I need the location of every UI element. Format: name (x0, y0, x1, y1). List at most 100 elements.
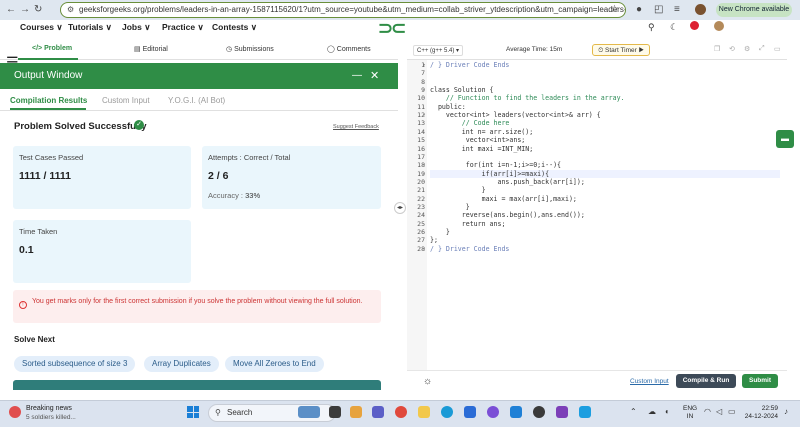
code-line[interactable]: / } Driver Code Ends (430, 245, 509, 253)
tab-compilation-results[interactable]: Compilation Results (10, 96, 87, 105)
mail-icon[interactable] (510, 406, 522, 418)
nav-jobs[interactable]: Jobs ∨ (122, 22, 150, 33)
theme-toggle-icon[interactable]: ☾ (670, 22, 678, 33)
time-taken-card: Time Taken 0.1 (13, 220, 191, 283)
suggest-feedback-link[interactable]: Suggest Feedback (333, 124, 379, 130)
profile-avatar[interactable] (695, 4, 706, 15)
language-select[interactable]: C++ (g++ 5.4) ▾ (413, 45, 464, 56)
code-line[interactable]: // Function to find the leaders in the a… (430, 94, 625, 102)
onedrive-icon[interactable]: ◐ (665, 407, 670, 416)
wifi-icon[interactable]: ◠ (704, 407, 711, 416)
chrome-icon[interactable] (395, 406, 407, 418)
code-line[interactable]: // Code here (430, 119, 510, 127)
back-icon[interactable]: ← (6, 4, 16, 15)
code-line[interactable]: class Solution { (430, 86, 494, 94)
fold-chevron-icon[interactable]: ▾ (423, 112, 425, 117)
nav-courses[interactable]: Courses ∨ (20, 22, 63, 33)
tab-custom-input[interactable]: Custom Input (102, 96, 150, 105)
nav-practice[interactable]: Practice ∨ (162, 22, 204, 33)
chrome-active-icon[interactable] (533, 406, 545, 418)
task-view-icon[interactable] (329, 406, 341, 418)
chrome-update-badge[interactable]: New Chrome available ⋮ (716, 3, 792, 27)
language-indicator[interactable]: ENG IN (683, 405, 697, 421)
bookmark-star-icon[interactable]: ☆ (610, 4, 619, 15)
fold-chevron-icon[interactable]: ▾ (423, 62, 425, 67)
code-line[interactable]: } (430, 228, 450, 236)
lightbulb-icon[interactable]: ☼ (423, 376, 432, 387)
battery-icon[interactable]: ▭ (728, 407, 736, 416)
volume-icon[interactable]: ◁ (716, 407, 722, 416)
chat-feedback-icon[interactable]: ▬ (776, 130, 794, 148)
expand-icon[interactable]: ▭ (774, 45, 781, 53)
copilot-icon[interactable] (350, 406, 362, 418)
address-bar[interactable]: ⚙ geeksforgeeks.org/problems/leaders-in-… (60, 2, 626, 18)
search-highlight-icon[interactable] (298, 406, 320, 418)
start-timer-button[interactable]: ⏲ Start Timer ▶ (592, 44, 650, 56)
reset-icon[interactable]: ⟲ (729, 45, 735, 53)
chip-sorted-subsequence[interactable]: Sorted subsequence of size 3 (14, 356, 136, 372)
user-avatar[interactable] (714, 21, 724, 31)
fullscreen-icon[interactable]: ⤢ (759, 45, 765, 53)
system-clock[interactable]: 22:59 24-12-2024 (742, 405, 778, 421)
chip-array-duplicates[interactable]: Array Duplicates (144, 356, 219, 372)
close-icon[interactable]: ✕ (370, 69, 379, 82)
extensions-icon[interactable]: ◰ (654, 4, 663, 15)
teams-icon[interactable] (372, 406, 384, 418)
news-title[interactable]: Breaking news (26, 405, 72, 412)
mic-icon[interactable]: ● (636, 4, 642, 15)
code-line[interactable]: } (430, 186, 486, 194)
code-line[interactable]: vector<int>ans; (430, 136, 526, 144)
notification-icon[interactable] (690, 21, 699, 30)
panel-resize-handle[interactable]: ◂▸ (394, 202, 406, 214)
news-widget-icon[interactable] (9, 406, 21, 418)
code-line[interactable]: public: (430, 103, 466, 111)
code-line[interactable]: vector<int> leaders(vector<int>& arr) { (430, 111, 601, 119)
gfg-logo-icon[interactable]: ⊃⊂ (378, 18, 406, 39)
code-line[interactable]: }; (430, 236, 438, 244)
cloud-icon[interactable]: ☁ (648, 407, 656, 416)
code-line[interactable]: return ans; (430, 220, 506, 228)
code-line[interactable]: int maxi =INT_MIN; (430, 145, 533, 153)
notifications-bell-icon[interactable]: ♪ (784, 407, 788, 416)
reload-icon[interactable]: ↻ (34, 4, 42, 15)
chip-move-zeroes[interactable]: Move All Zeroes to End (225, 356, 324, 372)
code-line[interactable]: ans.push_back(arr[i]); (430, 178, 584, 186)
tab-yogi-ai-bot[interactable]: Y.O.G.I. (AI Bot) (168, 96, 225, 105)
fold-chevron-icon[interactable]: ▾ (423, 162, 425, 167)
code-line[interactable]: maxi = max(arr[i],maxi); (430, 195, 577, 203)
vscode-icon[interactable] (579, 406, 591, 418)
code-line[interactable]: int n= arr.size(); (430, 128, 533, 136)
fold-chevron-icon[interactable]: ▾ (423, 246, 425, 251)
tab-comments[interactable]: ◯ Comments (327, 45, 371, 53)
site-info-icon[interactable]: ⚙ (67, 3, 74, 17)
fold-chevron-icon[interactable]: ▾ (423, 87, 425, 92)
settings-icon[interactable]: ⚙ (744, 45, 750, 53)
line-number: 17 (417, 152, 425, 161)
search-icon[interactable]: ⚲ (648, 22, 655, 33)
tab-submissions[interactable]: ◷ Submissions (226, 45, 274, 53)
custom-input-link[interactable]: Custom Input (630, 378, 669, 385)
tab-editorial[interactable]: ▤ Editorial (134, 45, 168, 53)
code-line[interactable]: } (430, 203, 470, 211)
store-icon[interactable] (464, 406, 476, 418)
tab-problem[interactable]: </> Problem (32, 45, 72, 52)
code-line[interactable]: / } Driver Code Ends (430, 61, 509, 69)
tray-chevron-up-icon[interactable]: ⌃ (630, 407, 637, 416)
edge-icon[interactable] (441, 406, 453, 418)
code-line[interactable]: if(arr[i]>=maxi){ (430, 169, 780, 178)
app-icon[interactable] (487, 406, 499, 418)
compile-run-button[interactable]: Compile & Run (676, 374, 736, 388)
nav-contests[interactable]: Contests ∨ (212, 22, 257, 33)
code-line[interactable]: reverse(ans.begin(),ans.end()); (430, 211, 585, 219)
nav-tutorials[interactable]: Tutorials ∨ (68, 22, 112, 33)
windows-start-icon[interactable] (187, 406, 199, 418)
file-explorer-icon[interactable] (418, 406, 430, 418)
reading-list-icon[interactable]: ≡ (674, 4, 680, 15)
submit-button[interactable]: Submit (742, 374, 778, 388)
code-line[interactable]: for(int i=n-1;i>=0;i--){ (430, 161, 561, 169)
minimize-icon[interactable]: — (352, 70, 362, 81)
visual-studio-icon[interactable] (556, 406, 568, 418)
fold-chevron-icon[interactable]: ▾ (423, 171, 425, 176)
forward-icon[interactable]: → (20, 4, 30, 15)
copy-icon[interactable]: ❐ (714, 45, 720, 53)
